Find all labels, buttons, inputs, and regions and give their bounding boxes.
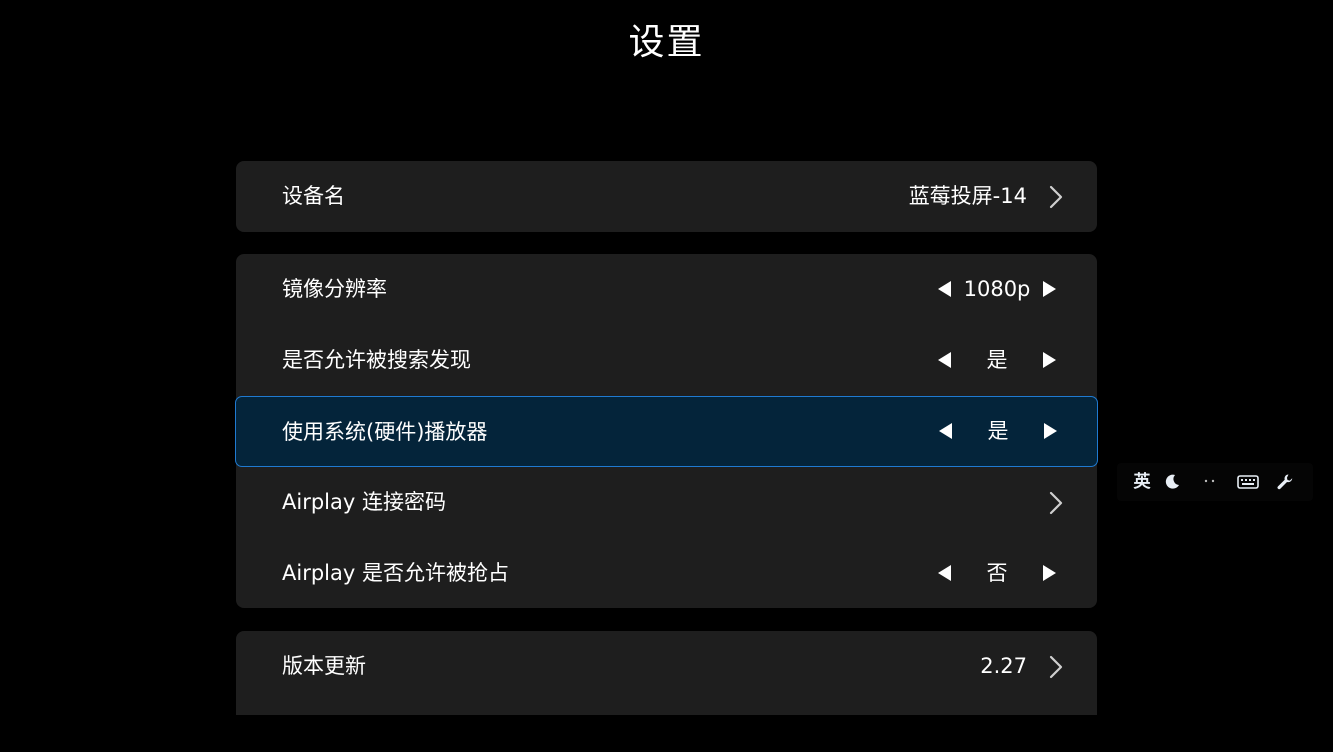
settings-card: 镜像分辨率 1080p 是否允许被搜索发现 是 使用系统(硬件)播放器 是 Ai…	[235, 254, 1098, 609]
ime-toolbar: 英	[1117, 463, 1313, 501]
chevron-right-icon	[1049, 185, 1063, 209]
airplay-preempt-next-arrow-icon[interactable]	[1043, 565, 1056, 581]
airplay-preempt-label: Airplay 是否允许被抢占	[282, 561, 509, 585]
hardware-player-row[interactable]: 使用系统(硬件)播放器 是	[235, 396, 1098, 467]
device-name-value: 蓝莓投屏-14	[908, 184, 1027, 208]
airplay-preempt-prev-arrow-icon[interactable]	[938, 565, 951, 581]
hardware-player-label: 使用系统(硬件)播放器	[282, 420, 488, 444]
discoverable-prev-arrow-icon[interactable]	[938, 352, 951, 368]
device-card: 设备名 蓝莓投屏-14	[236, 161, 1097, 232]
chevron-right-icon	[1049, 655, 1063, 679]
version-value: 2.27	[980, 654, 1027, 678]
resolution-prev-arrow-icon[interactable]	[938, 281, 951, 297]
hardware-player-value: 是	[987, 419, 1009, 443]
discoverable-label: 是否允许被搜索发现	[282, 348, 471, 372]
chevron-right-icon	[1049, 491, 1063, 515]
airplay-password-label: Airplay 连接密码	[282, 490, 446, 514]
moon-icon[interactable]	[1161, 463, 1183, 501]
resolution-value: 1080p	[963, 277, 1031, 301]
airplay-password-row[interactable]: Airplay 连接密码	[236, 467, 1097, 538]
discoverable-next-arrow-icon[interactable]	[1043, 352, 1056, 368]
punctuation-icon[interactable]	[1199, 463, 1221, 501]
keyboard-icon[interactable]	[1235, 463, 1261, 501]
resolution-label: 镜像分辨率	[282, 277, 387, 301]
discoverable-row[interactable]: 是否允许被搜索发现 是	[236, 325, 1097, 396]
update-card: 版本更新 2.27	[236, 631, 1097, 715]
device-name-label: 设备名	[282, 184, 345, 208]
page-title: 设置	[628, 22, 705, 63]
version-update-label: 版本更新	[282, 654, 366, 678]
discoverable-value: 是	[986, 348, 1008, 372]
resolution-row[interactable]: 镜像分辨率 1080p	[236, 254, 1097, 325]
hardware-player-next-arrow-icon[interactable]	[1044, 423, 1057, 439]
version-update-row[interactable]: 版本更新 2.27	[236, 631, 1097, 702]
resolution-next-arrow-icon[interactable]	[1043, 281, 1056, 297]
wrench-icon[interactable]	[1273, 463, 1297, 501]
ime-language-toggle[interactable]: 英	[1129, 463, 1155, 501]
airplay-preempt-row[interactable]: Airplay 是否允许被抢占 否	[236, 538, 1097, 609]
device-name-row[interactable]: 设备名 蓝莓投屏-14	[236, 161, 1097, 232]
hardware-player-prev-arrow-icon[interactable]	[939, 423, 952, 439]
airplay-preempt-value: 否	[986, 561, 1008, 585]
